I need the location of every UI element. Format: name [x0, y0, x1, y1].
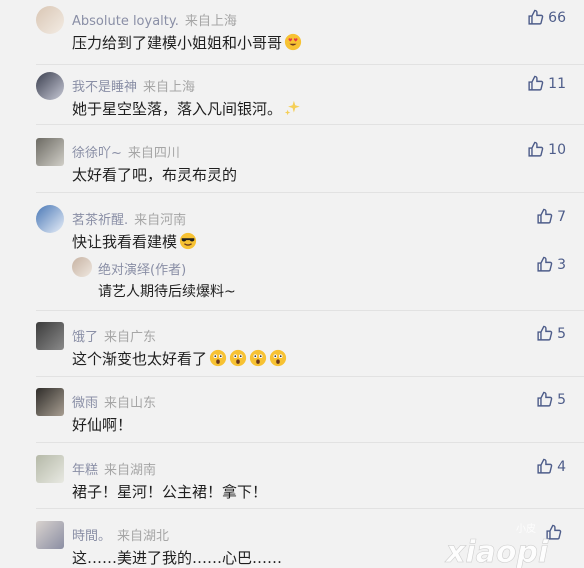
like-count: 10	[548, 141, 566, 158]
astonished-emoji	[269, 349, 287, 367]
location: 来自广东	[104, 330, 157, 345]
astonished-emoji	[209, 349, 227, 367]
divider	[36, 192, 584, 193]
like-button[interactable]: 66	[527, 9, 566, 26]
like-button[interactable]: 7	[536, 208, 566, 225]
comment-text: 太好看了吧，布灵布灵的	[72, 166, 238, 184]
location: 来自上海	[143, 80, 196, 95]
astonished-emoji	[229, 349, 247, 367]
avatar[interactable]	[36, 138, 64, 166]
thumbs-up-icon	[537, 256, 553, 272]
location: 来自上海	[184, 14, 237, 29]
username[interactable]: 茗茶祈醒.	[72, 213, 128, 228]
comment-meta: 我不是睡神 来自上海	[72, 76, 195, 95]
thumbs-up-icon	[528, 75, 544, 91]
comment-text: 她于星空坠落，落入凡间银河。	[72, 98, 302, 119]
comment-meta: 饿了 来自广东	[72, 326, 156, 345]
sparkles-emoji	[284, 100, 300, 116]
comment-text: 这个渐变也太好看了	[72, 348, 287, 369]
username[interactable]: 我不是睡神	[72, 80, 137, 95]
sunglasses-emoji	[179, 232, 197, 250]
avatar[interactable]	[36, 322, 64, 350]
reply-text: 请艺人期待后续爆料~	[98, 284, 236, 300]
divider	[36, 124, 584, 125]
divider	[36, 508, 584, 509]
comment-text: 好仙啊！	[72, 416, 133, 434]
like-count: 3	[557, 256, 566, 273]
comment-text: 压力给到了建模小姐姐和小哥哥	[72, 32, 302, 53]
comment-meta: 徐徐吖~ 来自四川	[72, 142, 180, 161]
avatar[interactable]	[36, 6, 64, 34]
comment-meta: 年糕 来自湖南	[72, 459, 156, 478]
like-button[interactable]: 5	[536, 325, 566, 342]
like-button[interactable]: 4	[536, 458, 566, 475]
like-count: 5	[557, 325, 566, 342]
like-button[interactable]: 10	[527, 141, 566, 158]
thumbs-up-icon	[537, 208, 553, 224]
author-avatar[interactable]	[72, 257, 92, 277]
avatar[interactable]	[36, 205, 64, 233]
location: 来自湖北	[117, 529, 170, 544]
comment-meta: 時間。 来自湖北	[72, 525, 169, 544]
svg-text:小皮: 小皮	[516, 522, 536, 535]
comment-text: 这……美进了我的……心巴……	[72, 549, 283, 567]
like-count: 7	[557, 208, 566, 225]
avatar[interactable]	[36, 388, 64, 416]
like-count: 11	[548, 75, 566, 92]
svg-text:xiaopi: xiaopi	[444, 535, 549, 568]
username[interactable]: 年糕	[72, 463, 98, 478]
comment-meta: 微雨 来自山东	[72, 392, 156, 411]
reply-author[interactable]: 绝对演绎(作者)	[98, 259, 186, 278]
username[interactable]: 微雨	[72, 396, 98, 411]
astonished-emoji	[249, 349, 267, 367]
comment-meta: Absolute loyalty. 来自上海	[72, 10, 237, 29]
avatar[interactable]	[36, 72, 64, 100]
comment-text: 裙子！星河！公主裙！拿下！	[72, 483, 268, 501]
like-count: 66	[548, 9, 566, 26]
heart-eyes-emoji	[284, 33, 302, 51]
divider	[36, 310, 584, 311]
like-count: 4	[557, 458, 566, 475]
location: 来自湖南	[104, 463, 157, 478]
like-count: 5	[557, 391, 566, 408]
divider	[36, 376, 584, 377]
location: 来自四川	[127, 146, 180, 161]
thumbs-up-icon	[537, 458, 553, 474]
thumbs-up-icon	[537, 325, 553, 341]
watermark-logo: 小皮 xiaopi	[438, 520, 578, 568]
like-button[interactable]: 11	[527, 75, 566, 92]
location: 来自河南	[134, 213, 187, 228]
avatar[interactable]	[36, 455, 64, 483]
location: 来自山东	[104, 396, 157, 411]
thumbs-up-icon	[528, 141, 544, 157]
like-button[interactable]: 5	[536, 391, 566, 408]
avatar[interactable]	[36, 521, 64, 549]
thumbs-up-icon	[528, 9, 544, 25]
thumbs-up-icon	[537, 391, 553, 407]
username[interactable]: 徐徐吖~	[72, 146, 122, 161]
like-button[interactable]: 3	[536, 256, 566, 273]
username[interactable]: 饿了	[72, 330, 98, 345]
username[interactable]: Absolute loyalty.	[72, 14, 179, 29]
divider	[36, 442, 584, 443]
divider	[36, 64, 584, 65]
comment-text: 快让我看看建模	[72, 231, 197, 252]
username[interactable]: 時間。	[72, 529, 111, 544]
comment-meta: 茗茶祈醒. 来自河南	[72, 209, 186, 228]
